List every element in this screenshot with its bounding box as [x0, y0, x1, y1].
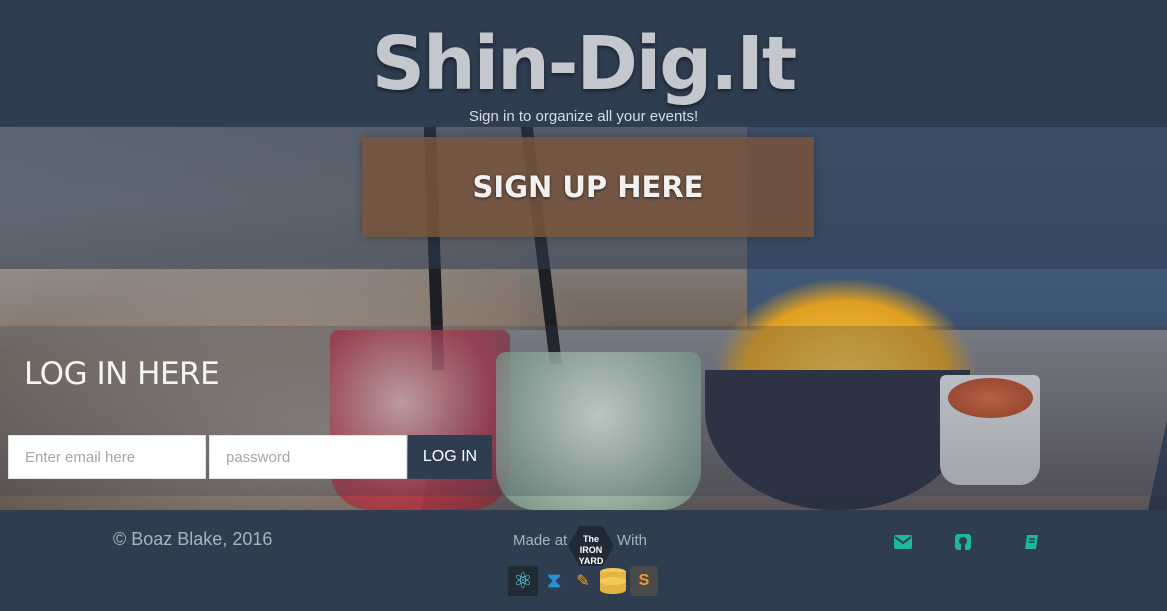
react-icon: ⚛: [508, 566, 538, 596]
envelope-icon[interactable]: [893, 532, 913, 552]
login-button[interactable]: LOG IN: [408, 435, 492, 479]
iron-yard-logo: The IRON YARD: [568, 526, 614, 566]
login-heading: LOG IN HERE: [24, 356, 220, 392]
password-field[interactable]: [209, 435, 407, 479]
site-title: Shin-Dig.It: [371, 21, 798, 107]
pen-icon: ✎: [576, 573, 590, 590]
footer: © Boaz Blake, 2016 Made at The IRON YARD W…: [0, 510, 1167, 611]
github-icon[interactable]: [953, 532, 973, 552]
made-at-text: Made at: [513, 532, 568, 549]
book-icon[interactable]: [1022, 532, 1042, 552]
backbone-icon: ⧗: [546, 569, 562, 592]
database-icon: [598, 566, 628, 596]
site-subtitle: Sign in to organize all your events!: [468, 108, 699, 125]
copyright-text: © Boaz Blake, 2016: [113, 529, 273, 549]
signup-button[interactable]: SIGN UP HERE: [362, 137, 814, 237]
sublime-text-icon: S: [630, 566, 658, 596]
email-field[interactable]: [8, 435, 206, 479]
with-text: With: [617, 532, 647, 549]
